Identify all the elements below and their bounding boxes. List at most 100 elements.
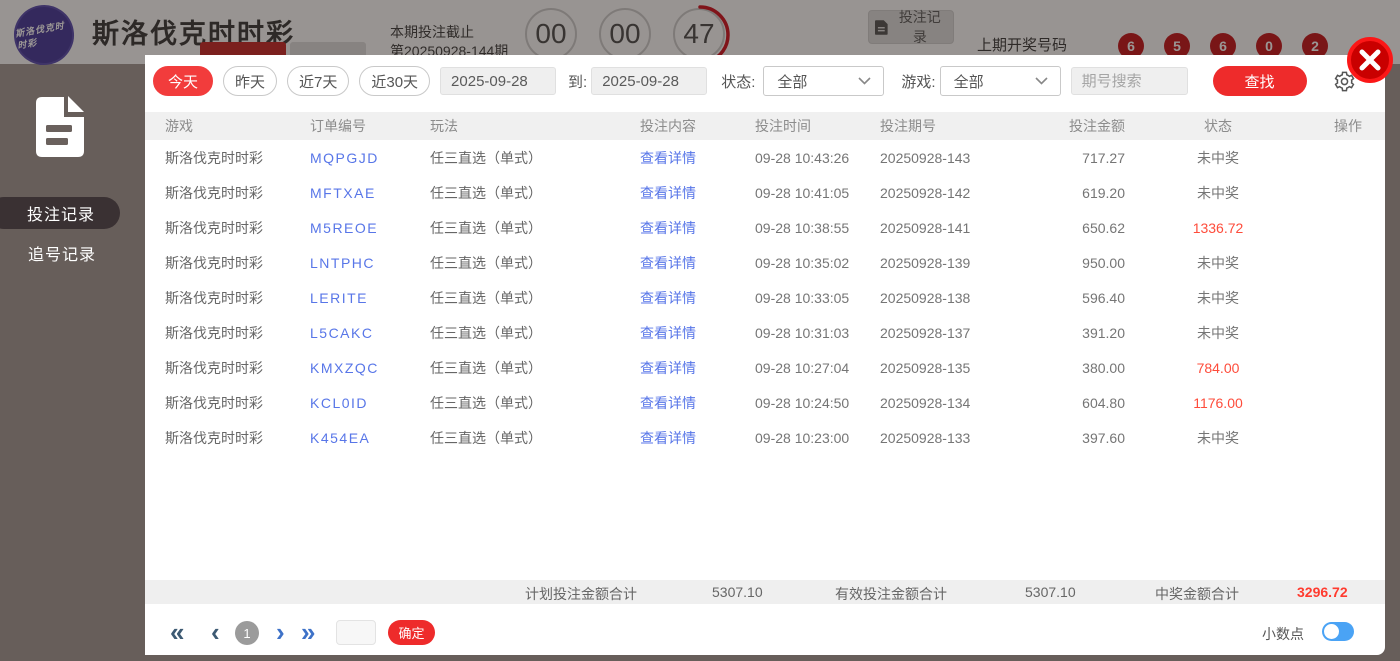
sidebar-item-chase-records[interactable]: 追号记录 — [28, 241, 96, 265]
quick-range-button-1[interactable]: 昨天 — [223, 66, 278, 96]
order-link[interactable]: L5CAKC — [310, 325, 430, 341]
order-link[interactable]: LERITE — [310, 290, 430, 306]
view-details-link[interactable]: 查看详情 — [640, 393, 755, 413]
sidebar-item-bet-records[interactable]: 投注记录 — [0, 197, 120, 229]
date-to-label: 到: — [568, 73, 588, 91]
order-link[interactable]: KMXZQC — [310, 360, 430, 376]
win-amount: 1336.72 — [1192, 219, 1244, 236]
cell-time: 09-28 10:35:02 — [755, 254, 850, 271]
view-details-link[interactable]: 查看详情 — [640, 253, 755, 273]
order-link[interactable]: K454EA — [310, 430, 430, 446]
cell-time: 09-28 10:33:05 — [755, 289, 850, 306]
cell-play: 任三直选（单式） — [430, 359, 542, 376]
date-from-input[interactable] — [440, 67, 557, 95]
table-row: 斯洛伐克时时彩 KCL0ID 任三直选（单式） 查看详情 09-28 10:24:50 2… — [145, 385, 1385, 420]
bet-records-modal: 今天昨天近7天近30天 到: 状态: 全部 游戏: 全部 查找 游戏 订单编号 玩法… — [145, 55, 1385, 655]
view-details-link[interactable]: 查看详情 — [640, 183, 755, 203]
cell-period: 20250928-138 — [880, 289, 971, 306]
confirm-page-button[interactable]: 确定 — [388, 620, 435, 645]
quick-range-button-2[interactable]: 近7天 — [287, 66, 350, 96]
column-header: 玩法 — [430, 118, 458, 134]
cell-game: 斯洛伐克时时彩 — [165, 394, 263, 411]
table-row: 斯洛伐克时时彩 K454EA 任三直选（单式） 查看详情 09-28 10:23:00 2… — [145, 420, 1385, 455]
cell-game: 斯洛伐克时时彩 — [165, 219, 263, 236]
game-select-value: 全部 — [953, 73, 984, 91]
current-page-indicator[interactable]: 1 — [235, 621, 259, 645]
cell-amount: 380.00 — [1082, 359, 1125, 376]
cell-period: 20250928-143 — [880, 149, 971, 166]
status-text: 未中奖 — [1197, 184, 1239, 201]
last-page-button[interactable]: » — [301, 612, 315, 652]
win-amount: 1176.00 — [1193, 394, 1243, 411]
page-number-input[interactable] — [336, 620, 376, 645]
cell-game: 斯洛伐克时时彩 — [165, 359, 263, 376]
planned-total-value: 5307.10 — [712, 584, 763, 600]
order-link[interactable]: LNTPHC — [310, 255, 430, 271]
cell-play: 任三直选（单式） — [430, 429, 542, 446]
close-icon[interactable] — [1347, 37, 1393, 83]
cell-amount: 650.62 — [1082, 219, 1125, 236]
decimal-toggle-label: 小数点 — [1262, 626, 1304, 642]
next-page-button[interactable]: › — [276, 612, 285, 652]
cell-time: 09-28 10:31:03 — [755, 324, 850, 341]
valid-total-label: 有效投注金额合计 — [835, 586, 947, 602]
decimal-toggle[interactable] — [1322, 622, 1354, 641]
cell-game: 斯洛伐克时时彩 — [165, 254, 263, 271]
order-link[interactable]: MQPGJD — [310, 150, 430, 166]
cell-amount: 397.60 — [1082, 429, 1125, 446]
column-header: 游戏 — [165, 118, 193, 134]
search-button[interactable]: 查找 — [1212, 66, 1307, 96]
cell-amount: 391.20 — [1082, 324, 1125, 341]
status-text: 未中奖 — [1197, 254, 1239, 271]
pagination-bar: « ‹ 1 › » 确定 小数点 — [145, 610, 1385, 655]
status-select[interactable]: 全部 — [763, 66, 885, 96]
prev-page-button[interactable]: ‹ — [211, 612, 220, 652]
cell-period: 20250928-134 — [880, 394, 971, 411]
first-page-button[interactable]: « — [170, 612, 184, 652]
column-header: 操作 — [1334, 118, 1362, 134]
view-details-link[interactable]: 查看详情 — [640, 428, 755, 448]
quick-range-button-3[interactable]: 近30天 — [359, 66, 431, 96]
toggle-knob — [1324, 624, 1339, 639]
cell-game: 斯洛伐克时时彩 — [165, 429, 263, 446]
period-search-input[interactable] — [1070, 67, 1188, 95]
game-select[interactable]: 全部 — [939, 66, 1061, 96]
cell-amount: 950.00 — [1082, 254, 1125, 271]
column-header: 投注时间 — [755, 118, 811, 134]
cell-play: 任三直选（单式） — [430, 324, 542, 341]
cell-period: 20250928-139 — [880, 254, 971, 271]
table-header: 游戏 订单编号 玩法 投注内容 投注时间 投注期号 投注金额 状态 操作 — [145, 112, 1385, 140]
cell-play: 任三直选（单式） — [430, 254, 542, 271]
order-link[interactable]: MFTXAE — [310, 185, 430, 201]
view-details-link[interactable]: 查看详情 — [640, 323, 755, 343]
chevron-down-icon — [1034, 77, 1048, 85]
order-link[interactable]: KCL0ID — [310, 395, 430, 411]
cell-game: 斯洛伐克时时彩 — [165, 149, 263, 166]
quick-range-button-0[interactable]: 今天 — [153, 66, 213, 96]
valid-total-value: 5307.10 — [1025, 584, 1076, 600]
date-to-input[interactable] — [591, 67, 708, 95]
cell-play: 任三直选（单式） — [430, 184, 542, 201]
view-details-link[interactable]: 查看详情 — [640, 358, 755, 378]
cell-amount: 717.27 — [1082, 149, 1125, 166]
view-details-link[interactable]: 查看详情 — [640, 288, 755, 308]
order-link[interactable]: M5REOE — [310, 220, 430, 236]
cell-game: 斯洛伐克时时彩 — [165, 184, 263, 201]
table-row: 斯洛伐克时时彩 LNTPHC 任三直选（单式） 查看详情 09-28 10:35:02 2… — [145, 245, 1385, 280]
cell-time: 09-28 10:41:05 — [755, 184, 850, 201]
status-text: 未中奖 — [1197, 324, 1239, 341]
filter-bar: 今天昨天近7天近30天 到: 状态: 全部 游戏: 全部 查找 — [145, 55, 1385, 107]
table-row: 斯洛伐克时时彩 LERITE 任三直选（单式） 查看详情 09-28 10:33:05 2… — [145, 280, 1385, 315]
status-text: 未中奖 — [1197, 429, 1239, 446]
view-details-link[interactable]: 查看详情 — [640, 218, 755, 238]
cell-amount: 619.20 — [1082, 184, 1125, 201]
column-header: 投注金额 — [1069, 118, 1125, 134]
view-details-link[interactable]: 查看详情 — [640, 148, 755, 168]
game-label: 游戏: — [901, 73, 936, 91]
quick-range-group: 今天 昨天 近7天 近30天 — [153, 66, 431, 96]
summary-bar: 计划投注金额合计 5307.10 有效投注金额合计 5307.10 中奖金额合计… — [145, 580, 1385, 604]
table-body: 斯洛伐克时时彩 MQPGJD 任三直选（单式） 查看详情 09-28 10:43:26 2… — [145, 140, 1385, 455]
planned-total-label: 计划投注金额合计 — [525, 586, 637, 602]
column-header: 投注内容 — [640, 118, 696, 134]
cell-time: 09-28 10:38:55 — [755, 219, 850, 236]
